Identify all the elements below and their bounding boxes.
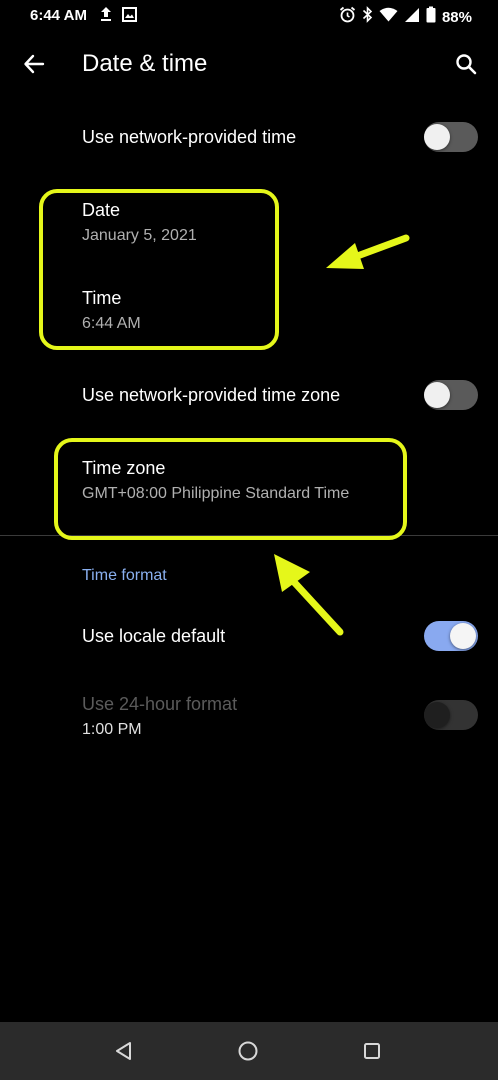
battery-percent: 88% <box>441 8 472 26</box>
bluetooth-icon <box>362 6 373 28</box>
wifi-icon <box>379 7 398 27</box>
battery-icon <box>426 6 436 28</box>
image-icon <box>122 6 137 27</box>
arrow-left-icon <box>24 54 45 74</box>
upload-icon <box>99 6 113 27</box>
status-time: 6:44 AM <box>30 7 87 24</box>
nav-back-button[interactable] <box>112 1039 136 1063</box>
home-circle-icon <box>238 1041 258 1061</box>
hour24-row: Use 24-hour format 1:00 PM <box>0 684 498 750</box>
signal-icon <box>404 7 420 28</box>
nav-recents-button[interactable] <box>360 1039 384 1063</box>
app-bar: Date & time <box>0 32 498 96</box>
back-button[interactable] <box>18 48 50 80</box>
search-button[interactable] <box>450 48 482 80</box>
time-format-header: Time format <box>82 567 167 584</box>
nav-home-button[interactable] <box>236 1039 260 1063</box>
back-triangle-icon <box>116 1042 131 1060</box>
network-zone-row[interactable]: Use network-provided time zone <box>0 366 498 426</box>
navigation-bar <box>0 1022 498 1080</box>
time-zone-highlight-box <box>54 438 407 540</box>
arrow-pointing-time-zone-icon <box>274 554 344 636</box>
search-icon <box>456 54 477 75</box>
hour24-label: Use 24-hour format <box>82 694 238 714</box>
status-bar: 6:44 AM 88% <box>0 0 498 32</box>
network-time-label: Use network-provided time <box>82 127 297 147</box>
hour24-toggle <box>422 700 478 730</box>
network-zone-label: Use network-provided time zone <box>82 385 341 405</box>
date-time-highlight-box <box>39 189 279 350</box>
network-time-toggle[interactable] <box>422 122 478 152</box>
recents-square-icon <box>364 1043 380 1059</box>
locale-default-label: Use locale default <box>82 626 226 646</box>
network-time-row[interactable]: Use network-provided time <box>0 108 498 168</box>
hour24-value: 1:00 PM <box>82 721 142 738</box>
locale-default-toggle[interactable] <box>422 621 478 651</box>
network-zone-toggle[interactable] <box>422 380 478 410</box>
page-title: Date & time <box>82 50 208 77</box>
alarm-icon <box>339 6 356 28</box>
arrow-pointing-date-time-icon <box>326 234 410 269</box>
locale-default-row[interactable]: Use locale default <box>0 606 498 666</box>
